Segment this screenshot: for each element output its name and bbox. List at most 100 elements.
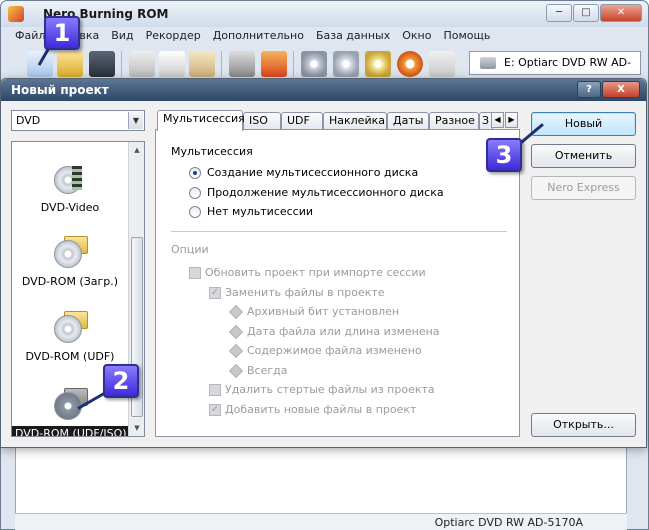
menu-extras[interactable]: Дополнительно bbox=[207, 28, 310, 44]
callout-marker-2: 2 bbox=[103, 364, 139, 398]
radio-label: Всегда bbox=[247, 364, 288, 377]
radio-create-multisession[interactable]: Создание мультисессионного диска bbox=[189, 166, 418, 179]
eject-icon[interactable] bbox=[397, 51, 423, 77]
radio-content-changed[interactable]: Содержимое файла изменено bbox=[228, 343, 422, 358]
radio-checked-icon bbox=[189, 166, 201, 179]
scroll-up-icon[interactable]: ▲ bbox=[129, 142, 144, 158]
status-drive: Optiarc DVD RW AD-5170A bbox=[434, 516, 583, 529]
status-bar: Optiarc DVD RW AD-5170A bbox=[15, 513, 627, 530]
radio-always[interactable]: Всегда bbox=[228, 363, 288, 378]
minimize-button[interactable]: ─ bbox=[546, 4, 572, 22]
radio-label: Создание мультисессионного диска bbox=[207, 166, 419, 179]
tab-udf[interactable]: UDF bbox=[281, 112, 323, 130]
list-item-dvd-video[interactable]: DVD-Video bbox=[12, 160, 128, 215]
radio-disabled-icon bbox=[228, 304, 244, 319]
write-icon[interactable] bbox=[229, 51, 255, 77]
open-button[interactable]: Открыть... bbox=[531, 413, 636, 437]
checkbox-icon bbox=[189, 266, 201, 279]
tab-iso[interactable]: ISO bbox=[243, 112, 281, 130]
tab-misc[interactable]: Разное bbox=[429, 112, 479, 130]
menu-bar: Файл Правка Вид Рекордер Дополнительно Б… bbox=[9, 28, 496, 44]
list-item-dvd-rom-boot[interactable]: DVD-ROM (Загр.) bbox=[12, 234, 128, 289]
dialog-title: Новый проект bbox=[11, 83, 109, 97]
cancel-button[interactable]: Отменить bbox=[531, 144, 636, 168]
app-workspace bbox=[15, 446, 627, 514]
checkbox-add-new-files[interactable]: ✓ Добавить новые файлы в проект bbox=[209, 403, 416, 416]
radio-disabled-icon bbox=[228, 363, 244, 378]
dvd-rom-boot-icon bbox=[52, 234, 88, 270]
checkbox-label: Добавить новые файлы в проект bbox=[225, 403, 417, 416]
checkbox-delete-erased[interactable]: Удалить стертые файлы из проекта bbox=[209, 383, 435, 396]
list-item-label: DVD-ROM (UDF) bbox=[25, 350, 115, 363]
tab-multisession[interactable]: Мультисессия bbox=[157, 110, 245, 131]
radio-icon bbox=[189, 205, 201, 218]
maximize-button[interactable]: □ bbox=[573, 4, 599, 22]
tab-label[interactable]: Наклейка bbox=[323, 112, 387, 130]
paste-icon[interactable] bbox=[189, 51, 215, 77]
checkbox-label: Удалить стертые файлы из проекта bbox=[225, 383, 435, 396]
radio-disabled-icon bbox=[228, 343, 244, 358]
group-divider bbox=[171, 231, 507, 232]
toolbar: E: Optiarc DVD RW AD-5170A bbox=[9, 45, 641, 91]
callout-marker-3: 3 bbox=[486, 138, 522, 172]
chevron-down-icon[interactable]: ▼ bbox=[128, 112, 143, 129]
tab-dates[interactable]: Даты bbox=[387, 112, 429, 130]
copy-icon[interactable] bbox=[159, 51, 185, 77]
menu-recorder[interactable]: Рекордер bbox=[140, 28, 207, 44]
radio-label: Продолжение мультисессионного диска bbox=[207, 186, 444, 199]
radio-continue-multisession[interactable]: Продолжение мультисессионного диска bbox=[189, 186, 444, 199]
app-close-button[interactable]: ✕ bbox=[600, 4, 642, 22]
menu-help[interactable]: Помощь bbox=[437, 28, 496, 44]
radio-label: Архивный бит установлен bbox=[247, 305, 400, 318]
menu-window[interactable]: Окно bbox=[396, 28, 437, 44]
nero-express-button[interactable]: Nero Express bbox=[531, 176, 636, 200]
dialog-help-button[interactable]: ? bbox=[577, 81, 601, 98]
radio-disabled-icon bbox=[228, 324, 244, 339]
list-item-label: DVD-Video bbox=[40, 201, 100, 214]
list-item-dvd-rom-udf[interactable]: DVD-ROM (UDF) bbox=[12, 309, 128, 364]
radio-no-multisession[interactable]: Нет мультисессии bbox=[189, 205, 313, 218]
drive-icon bbox=[480, 57, 496, 69]
scroll-down-icon[interactable]: ▼ bbox=[129, 420, 144, 436]
multisession-group-label: Мультисессия bbox=[171, 145, 253, 158]
options-group-label: Опции bbox=[171, 243, 209, 256]
tab-scroll-right-icon[interactable]: ▶ bbox=[505, 112, 518, 128]
radio-archive-bit[interactable]: Архивный бит установлен bbox=[228, 304, 400, 319]
nero-logo-icon bbox=[8, 6, 24, 22]
checkbox-label: Обновить проект при импорте сессии bbox=[205, 266, 426, 279]
checkbox-icon bbox=[209, 383, 221, 396]
menu-view[interactable]: Вид bbox=[105, 28, 139, 44]
drive-select[interactable]: E: Optiarc DVD RW AD-5170A bbox=[469, 51, 641, 91]
callout-marker-1: 1 bbox=[44, 16, 80, 50]
checkbox-checked-icon: ✓ bbox=[209, 286, 221, 299]
checkbox-label: Заменить файлы в проекте bbox=[225, 286, 385, 299]
radio-label: Нет мультисессии bbox=[207, 205, 314, 218]
dialog-title-bar: Новый проект ? X bbox=[1, 79, 646, 101]
disc-type-select[interactable]: DVD ▼ bbox=[11, 110, 145, 131]
folder-icon[interactable] bbox=[429, 51, 455, 77]
disc-info-icon[interactable] bbox=[301, 51, 327, 77]
new-button[interactable]: Новый bbox=[531, 112, 636, 136]
copy-disc-icon[interactable] bbox=[333, 51, 359, 77]
burn-icon[interactable] bbox=[261, 51, 287, 77]
list-item-label: DVD-ROM (Загр.) bbox=[21, 275, 119, 288]
radio-label: Дата файла или длина изменена bbox=[247, 325, 440, 338]
new-project-dialog: Новый проект ? X DVD ▼ DVD-Video DVD-ROM… bbox=[0, 78, 647, 448]
radio-icon bbox=[189, 186, 201, 199]
cut-icon[interactable] bbox=[129, 51, 155, 77]
checkbox-update-project[interactable]: Обновить проект при импорте сессии bbox=[189, 266, 426, 279]
save-icon[interactable] bbox=[89, 51, 115, 77]
tab-scroll-left-icon[interactable]: ◀ bbox=[491, 112, 504, 128]
radio-date-changed[interactable]: Дата файла или длина изменена bbox=[228, 324, 440, 339]
checkbox-checked-icon: ✓ bbox=[209, 403, 221, 416]
list-item-label: DVD-ROM (UDF/ISO) bbox=[12, 425, 131, 436]
dvd-video-icon bbox=[52, 160, 88, 196]
app-title-bar: Nero Burning ROM ─ □ ✕ bbox=[1, 1, 648, 27]
menu-database[interactable]: База данных bbox=[310, 28, 396, 44]
open-icon[interactable] bbox=[57, 51, 83, 77]
checkbox-replace-files[interactable]: ✓ Заменить файлы в проекте bbox=[209, 286, 385, 299]
disc-type-value: DVD bbox=[16, 114, 41, 127]
disc-properties-icon[interactable] bbox=[365, 51, 391, 77]
dialog-close-button[interactable]: X bbox=[602, 81, 640, 98]
dvd-rom-udf-icon bbox=[52, 309, 88, 345]
